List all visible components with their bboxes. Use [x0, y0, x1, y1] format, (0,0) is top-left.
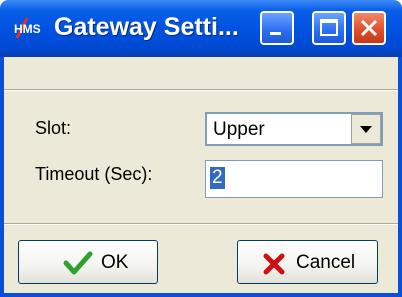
- timeout-value: 2: [210, 167, 225, 189]
- svg-text:HMS: HMS: [14, 22, 41, 36]
- maximize-button[interactable]: [312, 11, 346, 45]
- cancel-button-label: Cancel: [296, 252, 356, 273]
- window-frame-right: [398, 57, 402, 297]
- checkmark-icon: [63, 251, 93, 275]
- slot-dropdown-button[interactable]: [351, 114, 381, 144]
- minimize-button[interactable]: [260, 11, 294, 45]
- slot-label: Slot:: [35, 118, 72, 138]
- window-title: Gateway Setti...: [54, 13, 239, 41]
- timeout-label: Timeout (Sec):: [35, 164, 153, 184]
- cancel-button[interactable]: Cancel: [237, 240, 378, 284]
- ok-button[interactable]: OK: [18, 240, 158, 284]
- close-icon: [360, 19, 378, 37]
- gateway-settings-window: HMS Gateway Setti... Slot: Upper Timeout…: [0, 0, 402, 297]
- bottom-divider-highlight: [4, 224, 398, 225]
- top-divider-highlight: [4, 90, 398, 91]
- slot-dropdown[interactable]: Upper: [205, 112, 383, 146]
- hms-logo-icon: HMS: [14, 17, 41, 39]
- cancel-x-icon: [263, 253, 285, 275]
- window-frame-bottom: [0, 293, 402, 297]
- title-bar[interactable]: HMS Gateway Setti...: [0, 0, 402, 57]
- ok-button-label: OK: [101, 252, 129, 273]
- minimize-icon: [270, 32, 281, 35]
- window-frame-left: [0, 57, 4, 297]
- close-button[interactable]: [352, 11, 386, 45]
- chevron-down-icon: [360, 126, 372, 133]
- maximize-icon: [320, 19, 338, 36]
- timeout-input[interactable]: 2: [205, 160, 383, 198]
- slot-value: Upper: [213, 119, 265, 140]
